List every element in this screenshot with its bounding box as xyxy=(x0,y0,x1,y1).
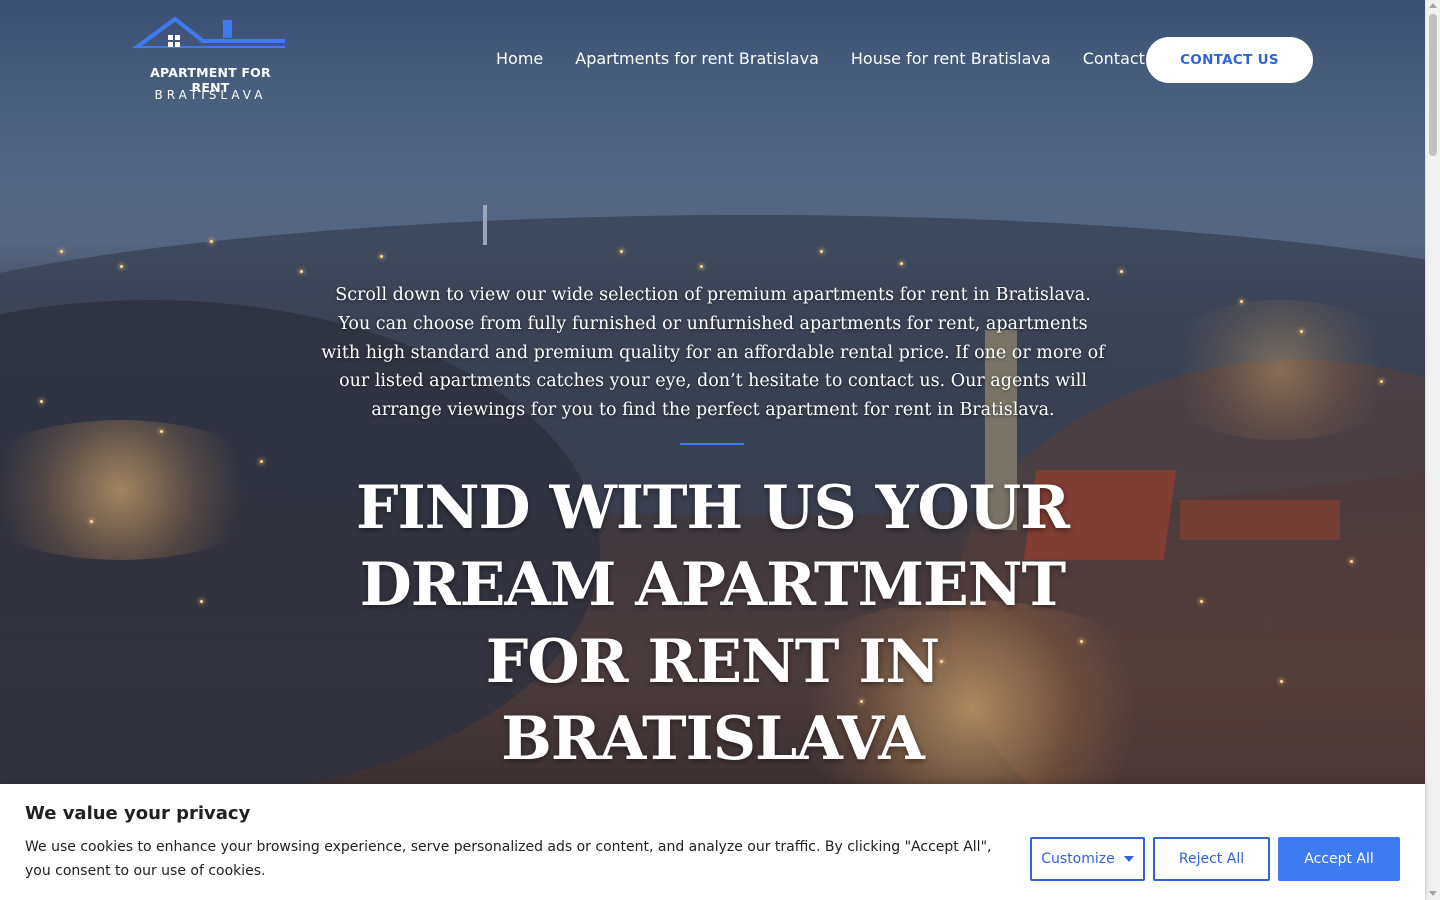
caret-down-icon xyxy=(1123,856,1134,862)
reject-all-button[interactable]: Reject All xyxy=(1153,837,1270,881)
scroll-down-arrow-icon[interactable] xyxy=(1429,891,1437,896)
cookie-consent-banner: We value your privacy We use cookies to … xyxy=(0,784,1425,900)
scroll-up-arrow-icon[interactable] xyxy=(1429,3,1437,8)
cookie-text: We use cookies to enhance your browsing … xyxy=(25,839,992,879)
house-roof-icon xyxy=(133,16,285,49)
accept-all-button[interactable]: Accept All xyxy=(1278,837,1400,881)
main-nav: Home Apartments for rent Bratislava Hous… xyxy=(496,49,1145,68)
contact-us-button[interactable]: CONTACT US xyxy=(1146,37,1313,83)
site-logo[interactable]: APARTMENT FOR RENT BRATISLAVA xyxy=(133,15,288,102)
scrollbar-thumb[interactable] xyxy=(1429,14,1437,156)
nav-apartments-for-rent[interactable]: Apartments for rent Bratislava xyxy=(575,49,819,68)
hero-headline: FIND WITH US YOUR DREAM APARTMENT FOR RE… xyxy=(356,473,1070,774)
nav-home[interactable]: Home xyxy=(496,49,543,68)
logo-subtitle: BRATISLAVA xyxy=(154,88,267,102)
building-roof xyxy=(1180,500,1340,540)
hero-divider xyxy=(680,443,744,445)
customize-label: Customize xyxy=(1041,851,1115,867)
page-scrollbar[interactable] xyxy=(1425,0,1440,900)
hero-intro-text: Scroll down to view our wide selection o… xyxy=(321,285,1105,421)
cookie-title: We value your privacy xyxy=(25,803,251,824)
nav-house-for-rent[interactable]: House for rent Bratislava xyxy=(851,49,1051,68)
customize-button[interactable]: Customize xyxy=(1030,837,1145,881)
skyline-glow xyxy=(1150,300,1410,440)
nav-contact[interactable]: Contact xyxy=(1083,49,1145,68)
tv-tower xyxy=(483,205,487,245)
